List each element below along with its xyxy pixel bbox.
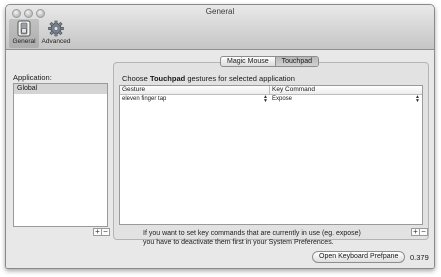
device-segmented-control: Magic Mouse Touchpad <box>220 56 319 67</box>
application-list[interactable]: Global <box>13 83 108 227</box>
gesture-popup-arrows-icon[interactable]: ▲ ▼ <box>263 95 268 104</box>
gesture-cell[interactable]: eleven finger tap ▲ ▼ <box>120 95 270 104</box>
application-item-global[interactable]: Global <box>14 84 107 94</box>
remove-gesture-button[interactable]: − <box>419 228 428 236</box>
open-keyboard-prefpane-button[interactable]: Open Keyboard Prefpane <box>312 251 406 263</box>
gesture-value: eleven finger tap <box>122 96 167 102</box>
hint-line-2: you have to deactivate them first in you… <box>143 239 334 246</box>
choose-suffix: gestures for selected application <box>187 74 295 83</box>
choose-prefix: Choose <box>122 74 148 83</box>
gesture-table: Gesture Key Command eleven finger tap ▲ ▼… <box>119 85 423 225</box>
key-command-cell[interactable]: Expose ▲ ▼ <box>270 95 422 104</box>
tab-touchpad[interactable]: Touchpad <box>275 57 318 66</box>
switch-icon <box>17 20 31 37</box>
table-row: eleven finger tap ▲ ▼ Expose ▲ ▼ <box>120 95 422 104</box>
toolbar-general-button[interactable]: General <box>9 19 39 48</box>
title-bar: General General Advanced <box>6 5 434 50</box>
preferences-window: General General Advanced Application: Gl… <box>5 4 435 269</box>
toolbar-advanced-button[interactable]: Advanced <box>41 19 71 48</box>
choose-instruction: Choose Touchpad gestures for selected ap… <box>122 74 295 83</box>
window-title: General <box>205 7 235 16</box>
key-command-popup-arrows-icon[interactable]: ▲ ▼ <box>415 95 420 104</box>
gesture-panel: Choose Touchpad gestures for selected ap… <box>113 62 429 240</box>
application-label: Application: <box>13 73 52 82</box>
toolbar-advanced-label: Advanced <box>41 38 71 45</box>
column-header-key-command[interactable]: Key Command <box>270 86 315 94</box>
key-command-value: Expose <box>272 96 293 102</box>
tab-magic-mouse[interactable]: Magic Mouse <box>221 57 276 66</box>
column-header-gesture[interactable]: Gesture <box>120 86 270 94</box>
remove-application-button[interactable]: − <box>101 228 110 236</box>
toolbar-general-label: General <box>12 38 36 45</box>
content-area: Application: Global + − Choose Touchpad … <box>6 51 434 268</box>
gear-icon <box>48 20 64 37</box>
hint-line-1: If you want to set key commands that are… <box>143 230 361 237</box>
table-header: Gesture Key Command <box>120 86 422 95</box>
choose-device: Touchpad <box>149 74 186 83</box>
version-label: 0.379 <box>410 253 429 262</box>
hint-text: If you want to set key commands that are… <box>143 229 361 247</box>
